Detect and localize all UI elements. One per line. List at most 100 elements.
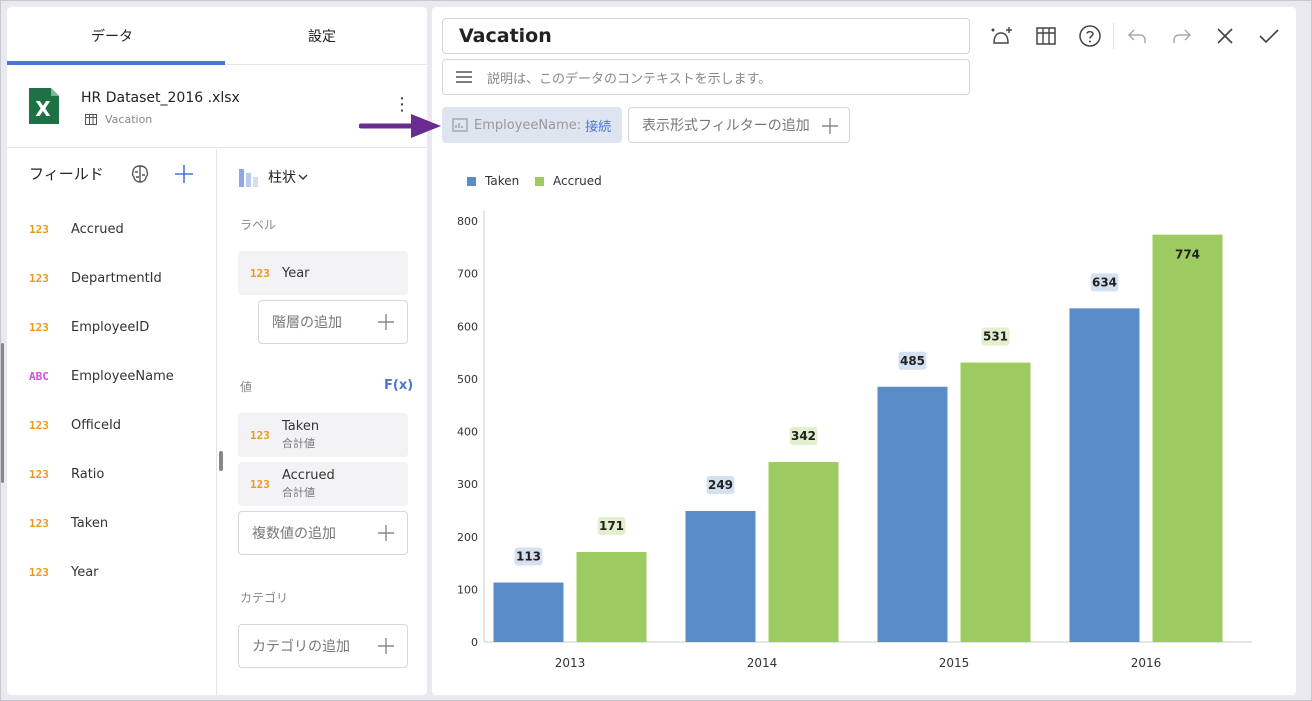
plus-icon <box>378 314 394 330</box>
field-item-departmentid[interactable]: 123 DepartmentId <box>29 268 162 288</box>
bar-taken <box>877 386 948 642</box>
fields-list: フィールド 123 Accrued 123 DepartmentId 123 Empl… <box>7 149 217 695</box>
formula-button[interactable]: F(x) <box>384 378 413 393</box>
field-name: EmployeeID <box>71 319 150 335</box>
data-label: 342 <box>791 429 816 443</box>
bar-accrued <box>576 552 647 642</box>
add-values-button[interactable]: 複数値の追加 <box>238 511 408 555</box>
redo-icon[interactable] <box>1169 23 1195 49</box>
field-name: EmployeeName <box>71 368 174 384</box>
table-icon <box>85 114 97 125</box>
panel-tabs: データ 設定 <box>7 7 427 65</box>
field-item-employeeid[interactable]: 123 EmployeeID <box>29 317 149 337</box>
add-hierarchy-label: 階層の追加 <box>272 315 342 331</box>
plus-icon <box>822 118 838 134</box>
add-filter-button[interactable]: 表示形式フィルターの追加 <box>628 107 850 143</box>
aggregation-label: 合計値 <box>282 486 315 499</box>
tab-settings[interactable]: 設定 <box>217 7 427 65</box>
y-tick-label: 700 <box>457 268 478 281</box>
add-hierarchy-button[interactable]: 階層の追加 <box>258 300 408 344</box>
bar-taken <box>493 582 564 642</box>
add-filter-label: 表示形式フィルターの追加 <box>642 118 810 134</box>
description-input[interactable]: 説明は、このデータのコンテキストを示します。 <box>442 59 970 95</box>
field-item-accrued[interactable]: 123 Accrued <box>29 219 124 239</box>
add-category-button[interactable]: カテゴリの追加 <box>238 624 408 668</box>
left-scroll-handle[interactable] <box>1 343 4 483</box>
help-icon[interactable] <box>1077 23 1103 49</box>
filter-chart-icon <box>452 118 468 132</box>
field-name: Accrued <box>71 221 124 237</box>
number-type-icon: 123 <box>29 467 49 481</box>
chart-type-label: 柱状 <box>268 170 296 186</box>
data-label: 774 <box>1175 248 1200 262</box>
data-label: 113 <box>516 550 541 564</box>
field-name: Year <box>71 564 99 580</box>
svg-text:X: X <box>35 97 51 121</box>
field-item-ratio[interactable]: 123 Ratio <box>29 464 104 484</box>
data-label: 531 <box>983 330 1008 344</box>
field-item-officeid[interactable]: 123 OfficeId <box>29 415 121 435</box>
y-tick-label: 300 <box>457 478 478 491</box>
plus-icon <box>378 525 394 541</box>
field-name: Taken <box>71 515 109 531</box>
brain-icon[interactable] <box>129 163 151 185</box>
datasource-sheet-name: Vacation <box>105 113 153 126</box>
bar-taken <box>685 510 756 642</box>
field-name: OfficeId <box>71 417 122 433</box>
check-icon[interactable] <box>1256 23 1282 49</box>
number-type-icon: 123 <box>29 222 49 236</box>
bar-accrued <box>960 362 1031 642</box>
plus-icon <box>378 638 394 654</box>
number-type-icon: 123 <box>250 477 270 491</box>
field-item-employeename[interactable]: ABC EmployeeName <box>29 366 174 386</box>
bar-taken <box>1069 308 1140 642</box>
undo-icon[interactable] <box>1124 23 1150 49</box>
number-type-icon: 123 <box>29 516 49 530</box>
filter-pill-employeename[interactable]: EmployeeName: 接続 <box>442 107 622 143</box>
number-type-icon: 123 <box>29 320 49 334</box>
filter-field-label: EmployeeName: <box>474 117 582 133</box>
excel-icon: X <box>29 88 59 124</box>
legend-swatch <box>535 177 544 186</box>
data-label: 249 <box>708 478 733 492</box>
add-category-label: カテゴリの追加 <box>252 639 350 655</box>
ai-icon[interactable] <box>988 23 1014 49</box>
bar-accrued <box>1152 234 1223 642</box>
add-field-icon[interactable] <box>173 163 195 185</box>
fields-title: フィールド <box>29 165 104 183</box>
active-tab-indicator <box>7 61 225 65</box>
legend-swatch <box>467 177 476 186</box>
bar-accrued <box>768 462 839 642</box>
grid-icon[interactable] <box>1033 23 1059 49</box>
toolbar-divider <box>1113 23 1114 49</box>
number-type-icon: 123 <box>250 266 270 280</box>
visualization-title-input[interactable]: Vacation <box>442 18 970 54</box>
visualization-panel: Vacation 説明は、このデータのコンテキストを示します。 Employee… <box>432 7 1296 695</box>
legend-label: Taken <box>484 174 519 188</box>
chart-type-selector[interactable]: 柱状 <box>238 167 308 187</box>
y-tick-label: 200 <box>457 531 478 544</box>
field-item-year[interactable]: 123 Year <box>29 562 99 582</box>
close-icon[interactable] <box>1212 23 1238 49</box>
legend-label: Accrued <box>553 174 602 188</box>
y-tick-label: 400 <box>457 426 478 439</box>
text-type-icon: ABC <box>29 369 49 383</box>
text-lines-icon <box>456 71 472 83</box>
value-field-pill-accrued[interactable]: 123 Accrued 合計値 <box>238 462 408 506</box>
datasource-sheet: Vacation <box>85 113 152 126</box>
data-label: 171 <box>599 519 624 533</box>
arrow-annotation-icon <box>359 114 441 138</box>
filter-value: 接続 <box>585 119 612 135</box>
x-tick-label: 2015 <box>939 656 970 670</box>
x-tick-label: 2014 <box>747 656 778 670</box>
tab-data[interactable]: データ <box>7 7 217 65</box>
column-splitter[interactable] <box>219 451 223 471</box>
visualization-config: 柱状 ラベル 123 Year 階層の追加 値 F(x) 123 Taken 合… <box>218 149 427 695</box>
label-field-pill[interactable]: 123 Year <box>238 251 408 295</box>
label-section-title: ラベル <box>240 218 277 232</box>
value-field-name: Accrued <box>282 468 335 483</box>
data-label: 485 <box>900 354 925 368</box>
field-item-taken[interactable]: 123 Taken <box>29 513 108 533</box>
value-field-pill-taken[interactable]: 123 Taken 合計値 <box>238 413 408 457</box>
value-section-title: 値 <box>240 380 253 394</box>
